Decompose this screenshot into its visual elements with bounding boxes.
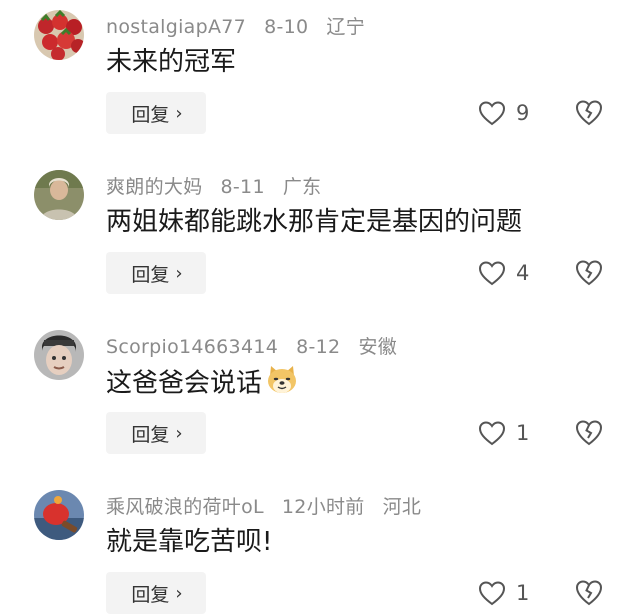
broken-heart-icon xyxy=(575,260,603,286)
dislike-button[interactable] xyxy=(574,578,604,606)
ping-pong-paddle-avatar-icon[interactable] xyxy=(34,490,84,540)
username[interactable]: Scorpio14663414 xyxy=(106,336,278,358)
broken-heart-icon xyxy=(575,420,603,446)
heart-icon xyxy=(478,421,506,446)
reply-button[interactable]: 回复 › xyxy=(106,572,206,614)
reply-button[interactable]: 回复 › xyxy=(106,92,206,134)
comment-text: 就是靠吃苦呗! xyxy=(106,527,273,557)
comment-date: 8-12 xyxy=(296,336,341,358)
comment-item: 乘风破浪的荷叶oL 12小时前 河北 就是靠吃苦呗! 回复 › 1 xyxy=(0,480,640,614)
reply-label: 回复 xyxy=(131,423,170,446)
comment-text: 两姐妹都能跳水那肯定是基因的问题 xyxy=(106,207,523,237)
comment-meta: nostalgiapA77 8-10 辽宁 xyxy=(106,12,383,39)
broken-heart-icon xyxy=(575,580,603,606)
comment-item: nostalgiapA77 8-10 辽宁 未来的冠军 回复 › 9 xyxy=(0,0,640,160)
comment-item: Scorpio14663414 8-12 安徽 这爸爸会说话 回复 › 1 xyxy=(0,320,640,480)
reply-label: 回复 xyxy=(131,583,170,606)
dislike-button[interactable] xyxy=(574,98,604,126)
heart-icon xyxy=(478,101,506,126)
child-avatar-icon[interactable] xyxy=(34,330,84,380)
comment-item: 爽朗的大妈 8-11 广东 两姐妹都能跳水那肯定是基因的问题 回复 › 4 xyxy=(0,160,640,320)
username[interactable]: 乘风破浪的荷叶oL xyxy=(106,496,264,518)
like-button[interactable]: 4 xyxy=(478,258,529,288)
heart-icon xyxy=(478,261,506,286)
like-button[interactable]: 1 xyxy=(478,418,529,448)
comment-text-content: 这爸爸会说话 xyxy=(106,368,263,399)
username[interactable]: nostalgiapA77 xyxy=(106,16,246,38)
like-count: 4 xyxy=(516,261,530,285)
reply-label: 回复 xyxy=(131,103,170,126)
chevron-right-icon: › xyxy=(175,262,183,284)
username[interactable]: 爽朗的大妈 xyxy=(106,176,203,198)
comment-location: 安徽 xyxy=(358,336,398,358)
person-avatar-icon[interactable] xyxy=(34,170,84,220)
reply-button[interactable]: 回复 › xyxy=(106,252,206,294)
like-count: 1 xyxy=(516,581,530,605)
comment-location: 河北 xyxy=(382,496,422,518)
chevron-right-icon: › xyxy=(175,102,183,124)
chevron-right-icon: › xyxy=(175,582,183,604)
comment-location: 辽宁 xyxy=(326,16,365,38)
strawberries-avatar-icon[interactable] xyxy=(34,10,84,60)
dislike-button[interactable] xyxy=(574,258,604,286)
dislike-button[interactable] xyxy=(574,418,604,446)
comment-date: 12小时前 xyxy=(281,496,365,518)
doge-emoji-icon xyxy=(266,364,298,404)
comment-date: 8-11 xyxy=(220,176,265,198)
heart-icon xyxy=(478,581,506,606)
reply-label: 回复 xyxy=(131,263,170,286)
comment-date: 8-10 xyxy=(264,16,309,38)
chevron-right-icon: › xyxy=(175,422,183,444)
reply-button[interactable]: 回复 › xyxy=(106,412,206,454)
comment-location: 广东 xyxy=(282,176,322,198)
comment-meta: 爽朗的大妈 8-11 广东 xyxy=(106,172,339,199)
broken-heart-icon xyxy=(575,100,603,126)
comment-meta: 乘风破浪的荷叶oL 12小时前 河北 xyxy=(106,492,439,519)
comment-text: 这爸爸会说话 xyxy=(106,364,298,404)
comment-text: 未来的冠军 xyxy=(106,47,237,77)
like-count: 9 xyxy=(516,101,530,125)
like-count: 1 xyxy=(516,421,530,445)
comment-meta: Scorpio14663414 8-12 安徽 xyxy=(106,332,415,359)
like-button[interactable]: 9 xyxy=(478,98,529,128)
like-button[interactable]: 1 xyxy=(478,578,529,608)
